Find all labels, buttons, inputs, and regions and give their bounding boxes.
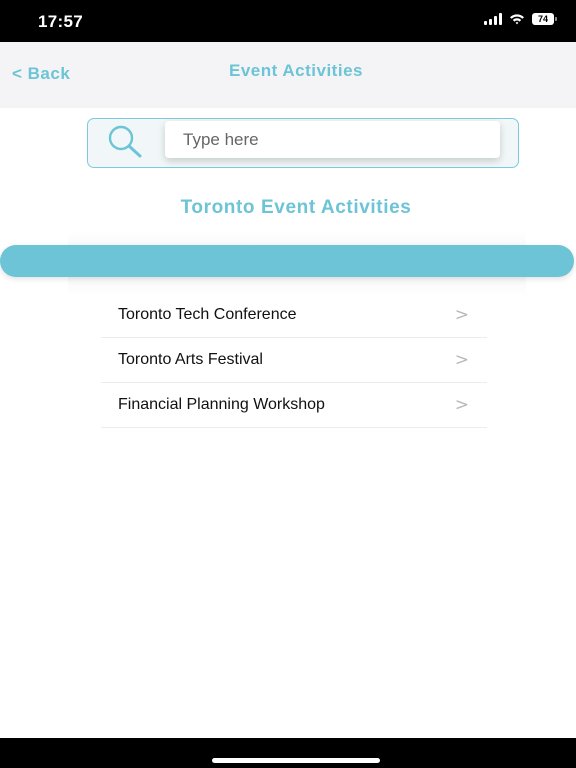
battery-icon: 74 [532, 13, 557, 25]
event-list: Toronto Tech Conference > Toronto Arts F… [101, 293, 487, 428]
wifi-icon [510, 14, 524, 25]
search-icon[interactable] [104, 124, 148, 160]
event-item-financial-planning-workshop[interactable]: Financial Planning Workshop > [101, 383, 487, 428]
search-input[interactable] [165, 121, 500, 158]
accent-bar [0, 245, 574, 277]
home-indicator[interactable] [212, 758, 380, 763]
chevron-right-icon: > [454, 395, 469, 415]
status-time: 17:57 [38, 12, 83, 31]
chevron-right-icon: > [454, 305, 469, 325]
event-item-label: Toronto Tech Conference [118, 306, 297, 323]
event-item-toronto-tech-conference[interactable]: Toronto Tech Conference > [101, 293, 487, 338]
signal-icon [484, 13, 502, 25]
event-activities-screen: 17:57 74 < Back Event Activities Toronto… [0, 0, 576, 768]
bottom-bar [0, 738, 576, 768]
event-item-label: Financial Planning Workshop [118, 396, 325, 413]
search-box [87, 118, 519, 168]
chevron-right-icon: > [454, 350, 469, 370]
nav-title: Event Activities [229, 61, 363, 80]
status-icons: 74 [484, 13, 557, 25]
event-item-label: Toronto Arts Festival [118, 351, 263, 368]
event-item-toronto-arts-festival[interactable]: Toronto Arts Festival > [101, 338, 487, 383]
section-title: Toronto Event Activities [180, 197, 412, 218]
status-bar: 17:57 74 [0, 0, 576, 42]
nav-bar: < Back Event Activities [0, 42, 576, 108]
